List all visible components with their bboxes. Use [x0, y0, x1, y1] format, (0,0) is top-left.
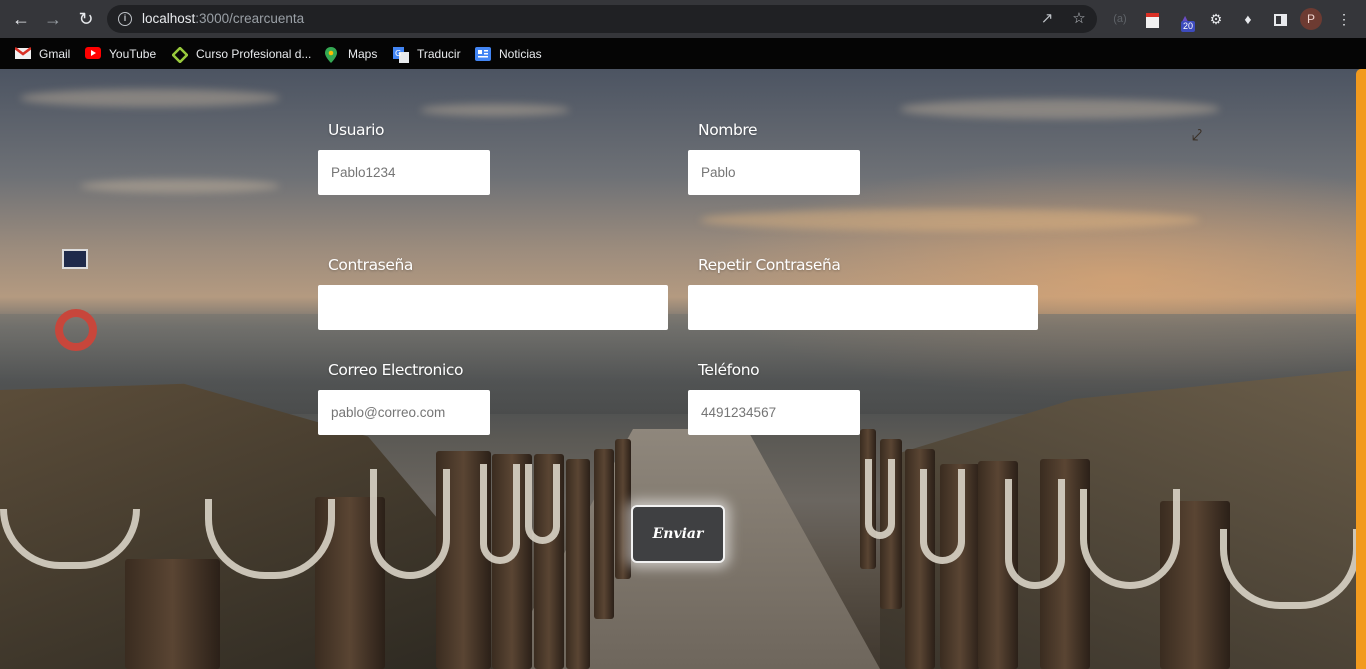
news-icon	[475, 46, 491, 61]
back-arrow-icon[interactable]: ←	[8, 7, 34, 31]
cloud	[900, 99, 1220, 119]
browser-toolbar: ← → ↻ i localhost:3000/crearcuenta ↗ ☆ (…	[0, 0, 1366, 38]
telefono-label: Teléfono	[698, 361, 760, 379]
usuario-label: Usuario	[328, 121, 385, 139]
bookmark-curso[interactable]: Curso Profesional d...	[171, 38, 312, 69]
kebab-menu-icon[interactable]: ⋮	[1334, 9, 1354, 29]
cloud	[700, 209, 1200, 231]
share-icon[interactable]: ↗	[1038, 10, 1056, 28]
bookmark-youtube[interactable]: YouTube	[85, 38, 156, 69]
bookmarks-bar: Gmail YouTube Curso Profesional d... Map…	[0, 38, 1366, 69]
beach-sign	[62, 249, 88, 269]
bookmark-label: Noticias	[499, 46, 542, 61]
nombre-input[interactable]	[688, 150, 860, 195]
bookmark-traducir[interactable]: G Traducir	[393, 38, 461, 69]
rope	[525, 464, 560, 544]
rope	[920, 469, 965, 564]
correo-label: Correo Electronico	[328, 361, 464, 379]
bookmark-gmail[interactable]: Gmail	[14, 38, 71, 69]
gmail-icon	[14, 46, 32, 61]
bookmark-label: Traducir	[417, 46, 461, 61]
forward-arrow-icon[interactable]: →	[40, 7, 66, 31]
rope	[370, 469, 450, 579]
page-background: ⤦ Usuario Nombre Contraseña Repetir Cont…	[0, 69, 1366, 669]
extension-badge: 20	[1181, 21, 1196, 32]
fence-post	[615, 439, 631, 579]
cloud	[20, 89, 280, 107]
submit-button[interactable]: Enviar	[631, 505, 725, 563]
translate-icon: G	[393, 46, 409, 63]
phone-input[interactable]	[688, 390, 860, 435]
fence-post	[594, 449, 614, 619]
rope	[1080, 489, 1180, 589]
contrasena-label: Contraseña	[328, 256, 414, 274]
notes-extension-icon[interactable]	[1142, 9, 1162, 29]
life-ring	[55, 309, 97, 351]
url-text[interactable]: localhost:3000/crearcuenta	[142, 11, 304, 26]
youtube-icon	[85, 46, 101, 61]
url-host: localhost	[142, 11, 196, 26]
avatar[interactable]: P	[1300, 8, 1322, 30]
repeat-password-input[interactable]	[688, 285, 1038, 330]
bookmark-label: YouTube	[109, 46, 157, 61]
bookmark-label: Curso Profesional d...	[196, 46, 312, 61]
gear-icon[interactable]: ⚙	[1206, 9, 1226, 29]
nombre-label: Nombre	[698, 121, 758, 139]
diamond-icon	[171, 45, 189, 64]
repetir-contrasena-label: Repetir Contraseña	[698, 256, 841, 274]
extension-icon[interactable]: (a)	[1110, 9, 1130, 29]
rope	[480, 464, 520, 564]
rope	[1005, 479, 1065, 589]
bird-icon: ⤦	[1192, 125, 1203, 145]
address-bar[interactable]: i localhost:3000/crearcuenta ↗ ☆	[107, 5, 1097, 33]
password-input[interactable]	[318, 285, 668, 330]
bookmark-star-icon[interactable]: ☆	[1070, 10, 1088, 28]
maps-pin-icon	[324, 46, 340, 63]
bookmark-label: Maps	[348, 46, 378, 61]
fence-post	[566, 459, 590, 669]
bookmark-maps[interactable]: Maps	[324, 38, 377, 69]
usuario-input[interactable]	[318, 150, 490, 195]
bookmark-label: Gmail	[39, 46, 71, 61]
reload-icon[interactable]: ↻	[73, 7, 99, 31]
cloud	[80, 179, 280, 193]
url-path: :3000/crearcuenta	[195, 11, 305, 26]
puzzle-extensions-icon[interactable]: ♦	[1238, 9, 1258, 29]
page-scrollbar[interactable]	[1356, 69, 1366, 669]
email-input[interactable]	[318, 390, 490, 435]
cloud	[420, 104, 570, 116]
fence-post	[125, 559, 220, 669]
side-panel-icon[interactable]	[1270, 9, 1290, 29]
rope	[865, 459, 895, 539]
site-info-icon[interactable]: i	[118, 12, 132, 26]
svg-text:G: G	[395, 49, 401, 58]
bookmark-noticias[interactable]: Noticias	[475, 38, 542, 69]
